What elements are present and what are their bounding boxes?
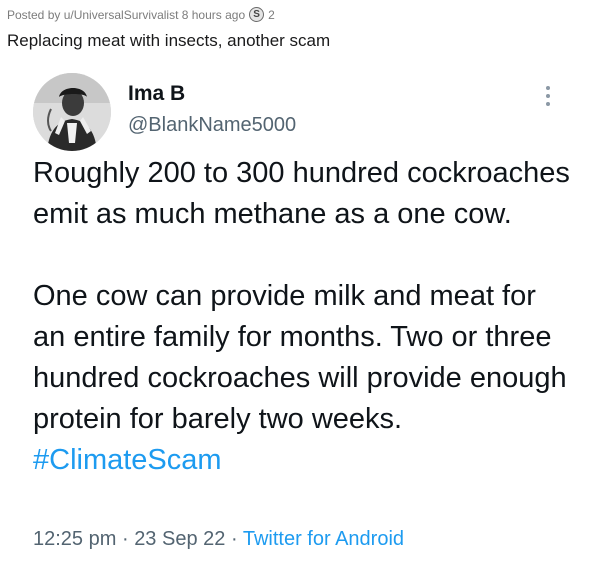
- award-count: 2: [268, 7, 275, 22]
- tweet-paragraph-1: Roughly 200 to 300 hundred cockroaches e…: [33, 157, 570, 230]
- tweet-text: Roughly 200 to 300 hundred cockroaches e…: [33, 153, 573, 481]
- more-dot: [546, 94, 550, 98]
- tweet-footer: 12:25 pm · 23 Sep 22 · Twitter for Andro…: [33, 528, 404, 551]
- author-handle[interactable]: @BlankName5000: [128, 114, 296, 137]
- award-icon[interactable]: S: [249, 7, 265, 22]
- avatar-image: [33, 73, 111, 151]
- footer-separator: ·: [230, 528, 238, 550]
- avatar[interactable]: [33, 73, 111, 151]
- more-dot: [546, 86, 550, 90]
- tweet-date[interactable]: 23 Sep 22: [134, 528, 225, 550]
- more-dot: [546, 102, 550, 106]
- more-options-icon[interactable]: [538, 82, 558, 110]
- tweet-paragraph-2: One cow can provide milk and meat for an…: [33, 276, 573, 481]
- post-meta: Posted by u/UniversalSurvivalist 8 hours…: [7, 7, 275, 22]
- post-title[interactable]: Replacing meat with insects, another sca…: [7, 31, 330, 51]
- reddit-post: Posted by u/UniversalSurvivalist 8 hours…: [0, 0, 595, 571]
- post-meta-text[interactable]: Posted by u/UniversalSurvivalist 8 hours…: [7, 8, 245, 22]
- tweet-card: Ima B @BlankName5000 Roughly 200 to 300 …: [0, 60, 595, 571]
- tweet-time[interactable]: 12:25 pm: [33, 528, 116, 550]
- hashtag-link[interactable]: #ClimateScam: [33, 444, 222, 476]
- footer-separator: ·: [121, 528, 129, 550]
- tweet-paragraph-2-text: One cow can provide milk and meat for an…: [33, 280, 567, 435]
- tweet-source-link[interactable]: Twitter for Android: [243, 528, 404, 550]
- author-name[interactable]: Ima B: [128, 82, 185, 106]
